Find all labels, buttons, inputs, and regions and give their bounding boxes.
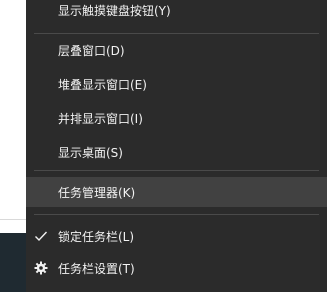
taskbar-background xyxy=(0,233,26,292)
gear-icon xyxy=(32,259,50,277)
taskbar-context-menu: 显示触摸键盘按钮(Y) 层叠窗口(D) 堆叠显示窗口(E) 并排显示窗口(I) … xyxy=(26,0,327,292)
menu-item-show-desktop[interactable]: 显示桌面(S) xyxy=(26,137,327,167)
menu-item-show-touch-keyboard-button[interactable]: 显示触摸键盘按钮(Y) xyxy=(26,0,327,25)
menu-item-task-manager[interactable]: 任务管理器(K) xyxy=(26,177,327,207)
menu-item-label: 任务栏设置(T) xyxy=(58,261,135,276)
menu-item-label: 层叠窗口(D) xyxy=(58,43,125,58)
menu-separator xyxy=(34,214,319,215)
checkmark-icon xyxy=(32,227,50,245)
menu-item-label: 并排显示窗口(I) xyxy=(58,111,143,126)
screen: 显示触摸键盘按钮(Y) 层叠窗口(D) 堆叠显示窗口(E) 并排显示窗口(I) … xyxy=(0,0,327,292)
menu-item-label: 堆叠显示窗口(E) xyxy=(58,77,147,92)
menu-item-label: 显示触摸键盘按钮(Y) xyxy=(58,3,171,18)
menu-item-cascade-windows[interactable]: 层叠窗口(D) xyxy=(26,35,327,65)
menu-item-taskbar-settings[interactable]: 任务栏设置(T) xyxy=(26,253,327,283)
menu-item-side-by-side-windows[interactable]: 并排显示窗口(I) xyxy=(26,103,327,133)
menu-separator xyxy=(34,33,319,34)
menu-item-label: 显示桌面(S) xyxy=(58,145,123,160)
menu-item-label: 锁定任务栏(L) xyxy=(58,229,135,244)
background-divider xyxy=(0,219,26,220)
menu-item-lock-taskbar[interactable]: 锁定任务栏(L) xyxy=(26,221,327,251)
menu-separator xyxy=(34,170,319,171)
menu-item-stack-windows[interactable]: 堆叠显示窗口(E) xyxy=(26,69,327,99)
menu-item-label: 任务管理器(K) xyxy=(58,185,136,200)
